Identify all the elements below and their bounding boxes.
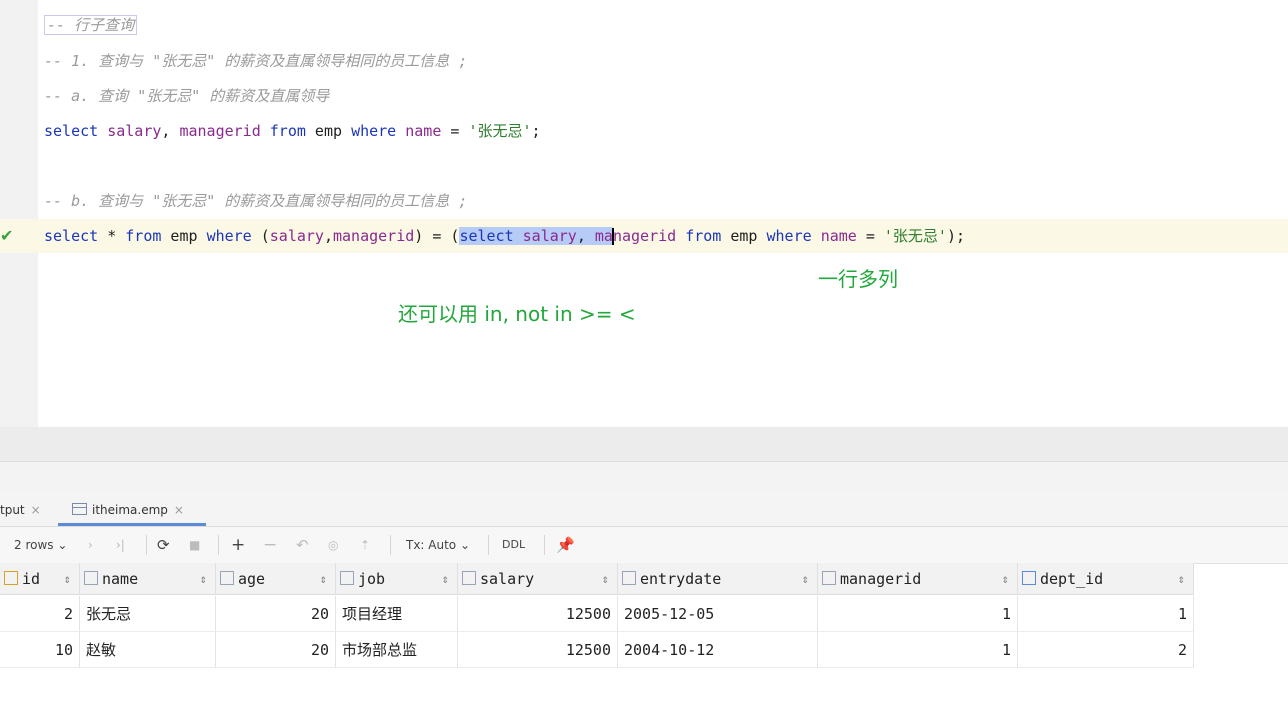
table-cell-age[interactable]: 20 [216,632,336,668]
column-icon [220,571,234,585]
column-header-dept_id[interactable]: dept_id ⇕ [1018,563,1194,595]
sort-icon[interactable]: ⇕ [1178,563,1185,595]
column-header-label: age [238,570,266,588]
code-comment-line-2[interactable]: -- 1. 查询与 "张无忌" 的薪资及直属领导相同的员工信息 ; [44,50,467,71]
view-icon[interactable]: ◎ [328,536,338,554]
editor-gutter [0,0,39,427]
column-header-managerid[interactable]: managerid ⇕ [818,563,1018,595]
code-comment-line-3[interactable]: -- a. 查询 "张无忌" 的薪资及直属领导 [44,85,329,106]
column-icon [822,571,836,585]
column-icon [622,571,636,585]
column-header-label: dept_id [1040,570,1104,588]
annotation-also-usable: 还可以用 in, not in >= < [398,302,636,326]
table-cell-name[interactable]: 赵敏 [80,632,216,668]
tab-output[interactable]: tput × [0,492,52,526]
column-header-label: managerid [840,570,922,588]
table-cell-salary[interactable]: 12500 [458,596,618,632]
results-tab-bar: tput × itheima.emp × [0,492,1288,527]
table-icon [72,503,87,515]
table-cell-id[interactable]: 2 [0,596,80,632]
table-cell-entrydate[interactable]: 2005-12-05 [618,596,818,632]
code-comment-line-1[interactable]: -- 行子查询 [44,14,138,35]
column-header-id[interactable]: id ⇕ [0,563,80,595]
column-header-label: salary [480,570,535,588]
table-cell-salary[interactable]: 12500 [458,632,618,668]
column-header-label: id [22,570,41,588]
column-header-salary[interactable]: salary ⇕ [458,563,618,595]
table-cell-dept_id[interactable]: 2 [1018,632,1194,668]
code-line-row-subquery[interactable]: select * from emp where (salary,manageri… [44,225,965,246]
sort-icon[interactable]: ⇕ [442,563,449,595]
column-header-age[interactable]: age ⇕ [216,563,336,595]
last-page-icon[interactable]: ›| [116,536,125,554]
primary-key-icon [4,571,18,585]
column-header-job[interactable]: job ⇕ [336,563,458,595]
sort-icon[interactable]: ⇕ [64,563,71,595]
column-header-name[interactable]: name ⇕ [80,563,216,595]
table-cell-managerid[interactable]: 1 [818,596,1018,632]
pin-icon[interactable]: 📌 [556,536,575,554]
panel-header-strip [0,462,1288,492]
sort-icon[interactable]: ⇕ [602,563,609,595]
sort-icon[interactable]: ⇕ [1002,563,1009,595]
table-cell-dept_id[interactable]: 1 [1018,596,1194,632]
column-icon [340,571,354,585]
foreign-key-icon [1022,571,1036,585]
rows-count-dropdown[interactable]: 2 rows ⌄ [14,536,67,554]
stop-icon[interactable]: ■ [189,536,200,554]
refresh-icon[interactable]: ⟳ [157,536,170,554]
sort-icon[interactable]: ⇕ [320,563,327,595]
close-icon[interactable]: × [31,503,41,517]
code-comment-line-5[interactable]: -- b. 查询与 "张无忌" 的薪资及直属领导相同的员工信息 ; [44,190,467,211]
table-cell-age[interactable]: 20 [216,596,336,632]
column-header-label: entrydate [640,570,722,588]
column-icon [462,571,476,585]
table-cell-managerid[interactable]: 1 [818,632,1018,668]
add-row-icon[interactable]: + [231,536,245,554]
table-cell-id[interactable]: 10 [0,632,80,668]
column-header-label: name [102,570,139,588]
column-icon [84,571,98,585]
submit-icon[interactable]: ⇡ [360,536,370,554]
panel-divider[interactable] [0,427,1288,462]
table-cell-name[interactable]: 张无忌 [80,596,216,632]
delete-row-icon[interactable]: − [263,536,277,554]
column-header-label: job [358,570,386,588]
sort-icon[interactable]: ⇕ [200,563,207,595]
sort-icon[interactable]: ⇕ [802,563,809,595]
next-page-icon[interactable]: › [88,536,93,554]
close-icon[interactable]: × [174,503,184,517]
table-cell-job[interactable]: 市场部总监 [336,632,458,668]
ddl-button[interactable]: DDL [502,536,525,554]
column-header-entrydate[interactable]: entrydate ⇕ [618,563,818,595]
tab-itheima-emp[interactable]: itheima.emp × [58,492,206,526]
table-cell-job[interactable]: 项目经理 [336,596,458,632]
annotation-one-row-multi-col: 一行多列 [818,267,898,291]
table-cell-entrydate[interactable]: 2004-10-12 [618,632,818,668]
tx-mode-dropdown[interactable]: Tx: Auto ⌄ [406,536,470,554]
execution-check-icon: ✔ [0,226,14,245]
revert-icon[interactable]: ↶ [296,536,309,554]
results-toolbar: 2 rows ⌄ › ›| ⟳ ■ + − ↶ ◎ ⇡ Tx: Auto ⌄ D… [0,527,1288,564]
code-line-subquery[interactable]: select salary, managerid from emp where … [44,120,541,141]
